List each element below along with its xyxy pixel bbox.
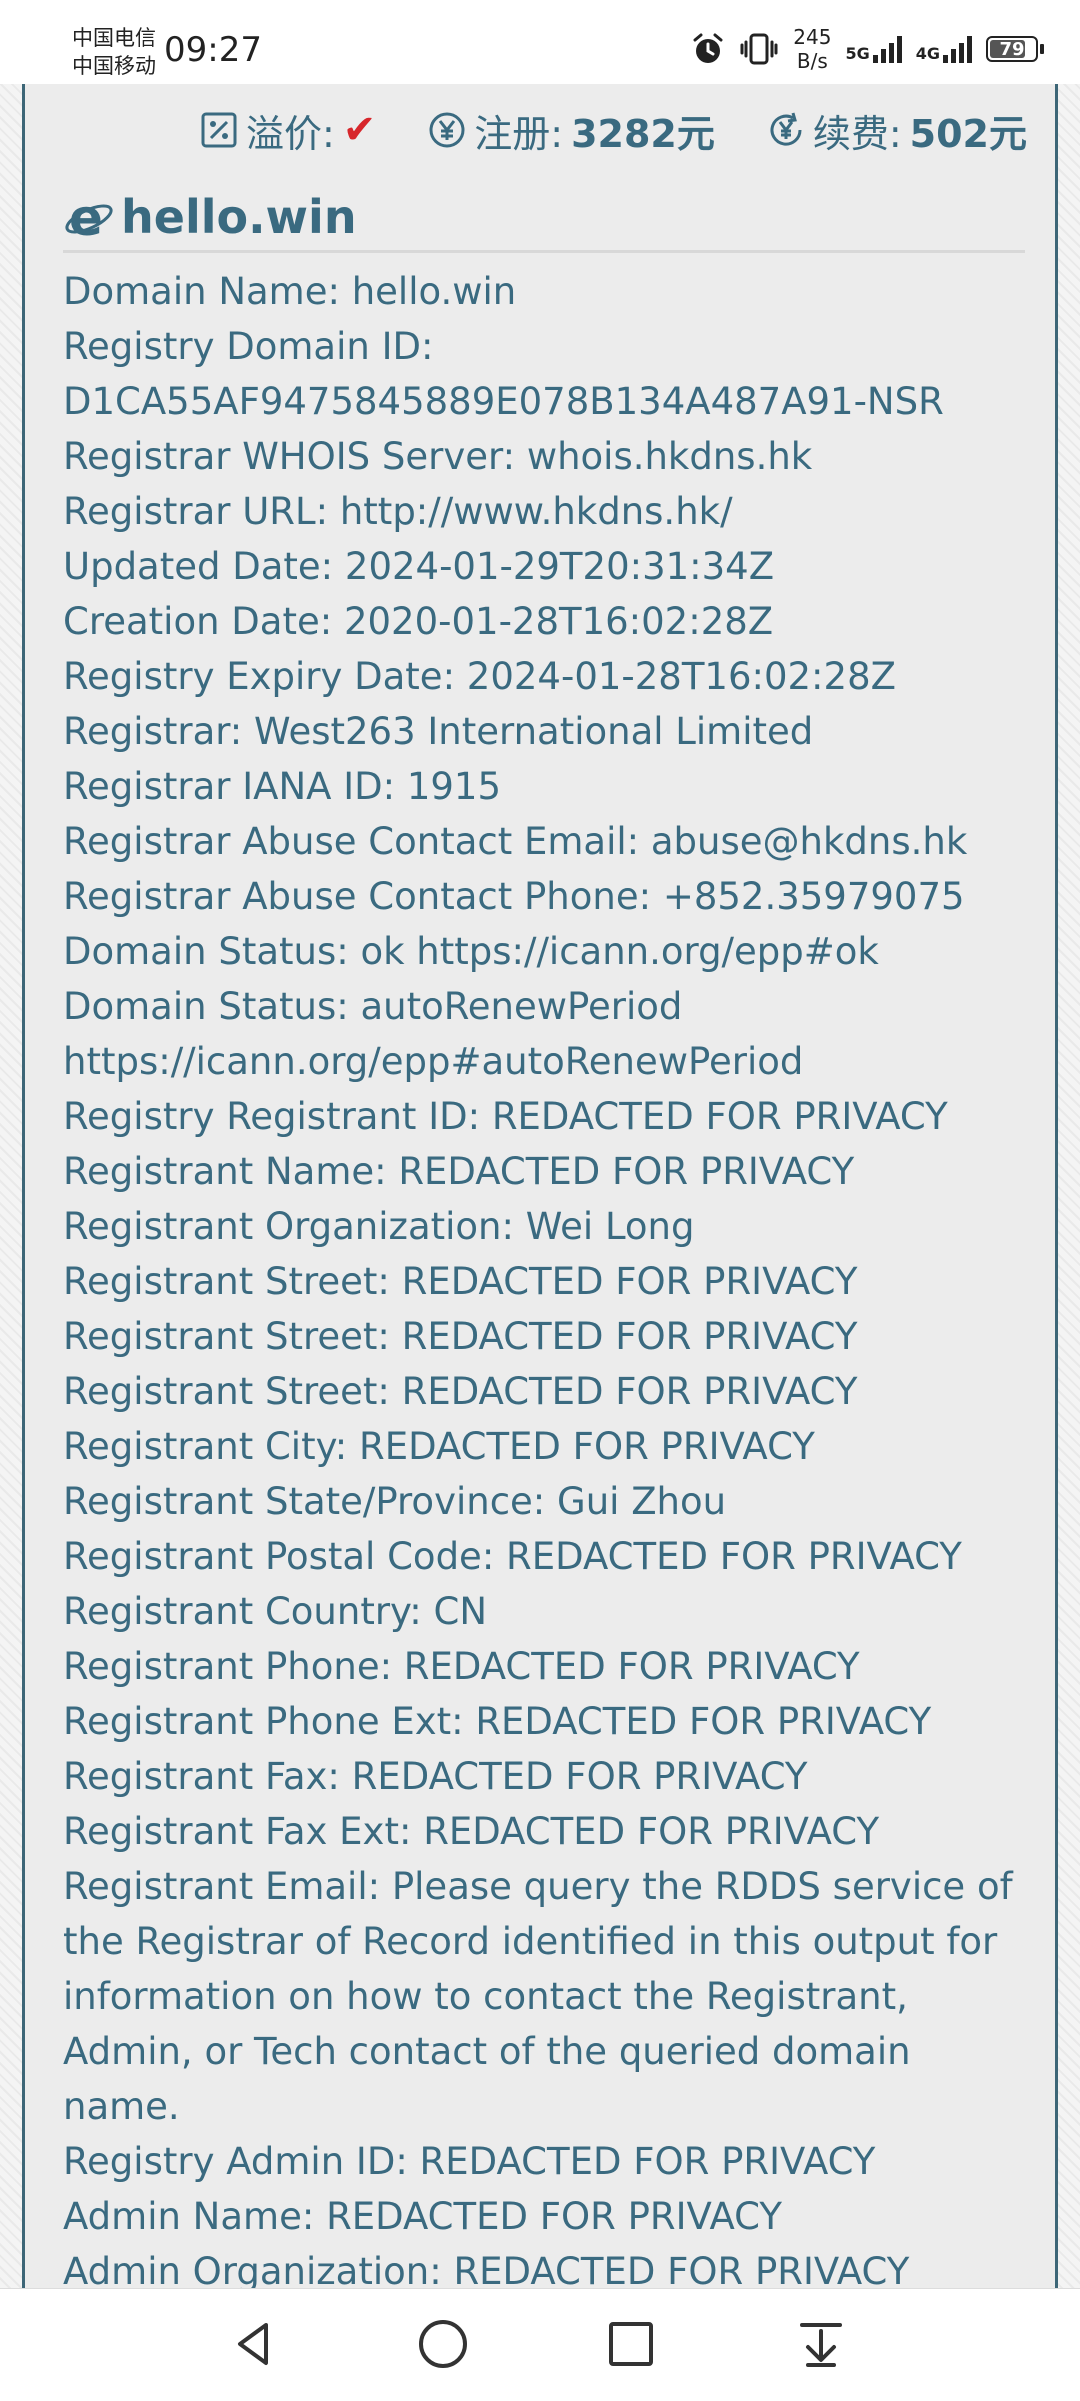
whois-line: Registrant Fax: REDACTED FOR PRIVACY xyxy=(63,1755,808,1798)
whois-line: Registrar WHOIS Server: whois.hkdns.hk xyxy=(63,435,813,478)
whois-line: Registrant State/Province: Gui Zhou xyxy=(63,1480,727,1523)
whois-line: https://icann.org/epp#autoRenewPeriod xyxy=(63,1040,804,1083)
net-speed: 245 B/s xyxy=(793,25,831,73)
whois-line: Registrar Abuse Contact Email: abuse@hkd… xyxy=(63,820,968,863)
clock: 09:27 xyxy=(164,30,262,70)
premium-indicator: 溢价: ✔ xyxy=(200,103,376,158)
whois-panel[interactable]: 溢价: ✔ 注册: 3282元 续费: 502元 e hello.win Dom… xyxy=(22,84,1058,2288)
carrier-1: 中国电信 xyxy=(72,26,156,50)
whois-record: Domain Name: hello.win Registry Domain ID… xyxy=(63,264,1025,2288)
yen-circle-icon xyxy=(429,112,465,148)
whois-line: name. xyxy=(63,2085,180,2128)
whois-line: Registrant Phone Ext: REDACTED FOR PRIVA… xyxy=(63,1700,932,1743)
whois-line: Updated Date: 2024-01-29T20:31:34Z xyxy=(63,545,775,588)
divider xyxy=(63,250,1025,253)
whois-line: Registrant Street: REDACTED FOR PRIVACY xyxy=(63,1370,858,1413)
whois-line: Registrant City: REDACTED FOR PRIVACY xyxy=(63,1425,815,1468)
whois-line: Registry Domain ID: xyxy=(63,325,434,368)
whois-line: Registrant Country: CN xyxy=(63,1590,488,1633)
whois-line: Admin Organization: REDACTED FOR PRIVACY xyxy=(63,2250,910,2288)
domain-title: e hello.win xyxy=(63,174,357,260)
home-button[interactable] xyxy=(408,2309,478,2379)
renew-value: 502元 xyxy=(909,111,1027,156)
yen-renew-icon xyxy=(770,112,802,146)
whois-line: Registry Admin ID: REDACTED FOR PRIVACY xyxy=(63,2140,876,2183)
whois-line: Registrant Phone: REDACTED FOR PRIVACY xyxy=(63,1645,860,1688)
whois-line: Registry Expiry Date: 2024-01-28T16:02:2… xyxy=(63,655,896,698)
whois-line: Registrant Street: REDACTED FOR PRIVACY xyxy=(63,1260,858,1303)
premium-label: 溢价: xyxy=(245,111,335,156)
signal-4g-icon: 4G xyxy=(916,35,972,63)
renew-price: 续费: 502元 xyxy=(767,103,1027,158)
alarm-icon xyxy=(693,33,723,63)
price-row: 溢价: ✔ 注册: 3282元 续费: 502元 xyxy=(200,98,1027,162)
whois-line: the Registrar of Record identified in th… xyxy=(63,1920,998,1963)
back-button[interactable] xyxy=(220,2309,290,2379)
back-icon xyxy=(238,2323,268,2365)
battery-percent: 79 xyxy=(999,38,1025,60)
ie-browser-icon: e xyxy=(65,191,113,243)
register-label: 注册: xyxy=(474,111,564,156)
whois-line: Registrant Organization: Wei Long xyxy=(63,1205,695,1248)
whois-line: information on how to contact the Regist… xyxy=(63,1975,908,2018)
whois-line: Admin Name: REDACTED FOR PRIVACY xyxy=(63,2195,782,2238)
vibrate-icon xyxy=(740,33,778,65)
whois-line: Registrar URL: http://www.hkdns.hk/ xyxy=(63,490,733,533)
signal-5g-icon: 5G xyxy=(845,35,902,63)
recents-icon xyxy=(609,2322,653,2366)
whois-line: Registrant Email: Please query the RDDS … xyxy=(63,1865,1013,1908)
signal-4g-label: 4G xyxy=(915,44,940,63)
battery-icon: 79 xyxy=(986,36,1044,62)
whois-line: Registrar Abuse Contact Phone: +852.3597… xyxy=(63,875,965,918)
net-speed-value: 245 xyxy=(793,25,832,49)
percent-tag-icon xyxy=(201,112,237,148)
status-icons: 245 B/s 5G 4G 79 xyxy=(691,24,1044,74)
check-icon: ✔ xyxy=(342,107,377,153)
notification-button[interactable] xyxy=(786,2309,856,2379)
whois-line: Registrant Fax Ext: REDACTED FOR PRIVACY xyxy=(63,1810,880,1853)
register-value: 3282元 xyxy=(571,111,715,156)
carrier-2: 中国移动 xyxy=(72,54,156,78)
whois-line: Registrant Name: REDACTED FOR PRIVACY xyxy=(63,1150,855,1193)
whois-line: Admin, or Tech contact of the queried do… xyxy=(63,2030,911,2073)
carrier-labels: 中国电信 中国移动 xyxy=(72,24,156,80)
whois-line: Registry Registrant ID: REDACTED FOR PRI… xyxy=(63,1095,948,1138)
recents-button[interactable] xyxy=(596,2309,666,2379)
whois-line: Registrant Postal Code: REDACTED FOR PRI… xyxy=(63,1535,962,1578)
whois-line: Domain Status: ok https://icann.org/epp#… xyxy=(63,930,879,973)
status-bar: 中国电信 中国移动 09:27 245 B/s 5G 4G 79 xyxy=(0,0,1080,84)
whois-line: Creation Date: 2020-01-28T16:02:28Z xyxy=(63,600,774,643)
renew-label: 续费: xyxy=(812,111,902,156)
whois-line: Domain Name: hello.win xyxy=(63,270,517,313)
whois-line: Registrar: West263 International Limited xyxy=(63,710,814,753)
whois-line: D1CA55AF9475845889E078B134A487A91-NSR xyxy=(63,380,944,423)
domain-name-heading: hello.win xyxy=(121,190,357,244)
navigation-bar xyxy=(0,2288,1080,2401)
whois-line: Registrar IANA ID: 1915 xyxy=(63,765,501,808)
net-speed-unit: B/s xyxy=(796,49,828,73)
home-icon xyxy=(419,2320,467,2368)
whois-line: Domain Status: autoRenewPeriod xyxy=(63,985,683,1028)
notification-pull-icon xyxy=(800,2323,842,2367)
register-price: 注册: 3282元 xyxy=(428,103,715,158)
whois-line: Registrant Street: REDACTED FOR PRIVACY xyxy=(63,1315,858,1358)
signal-5g-label: 5G xyxy=(845,44,870,63)
